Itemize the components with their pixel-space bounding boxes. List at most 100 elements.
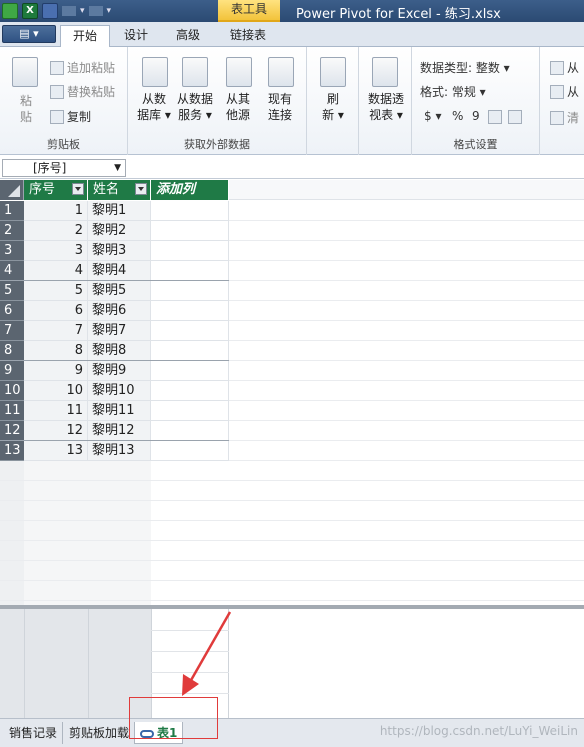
row-header[interactable]: 5	[0, 281, 24, 301]
tab-home[interactable]: 开始	[60, 25, 111, 48]
cell-add-column[interactable]	[151, 381, 229, 401]
currency-button[interactable]: $ ▾	[424, 109, 441, 123]
pivot-table-button[interactable]: 数据透 视表 ▾	[364, 91, 408, 123]
tab-advanced[interactable]: 高级	[164, 25, 212, 47]
name-box[interactable]: [序号] ▼	[2, 159, 126, 177]
paste-button[interactable]: 粘 贴	[14, 93, 38, 125]
clear-filter-button[interactable]: 清	[550, 109, 579, 126]
cell-add-column[interactable]	[151, 421, 229, 441]
cell-name[interactable]: 黎明7	[88, 321, 151, 341]
redo-icon[interactable]	[88, 6, 103, 16]
row-header[interactable]: 12	[0, 421, 24, 441]
row-header[interactable]: 2	[0, 221, 24, 241]
decrease-decimal-icon[interactable]	[508, 110, 522, 124]
chevron-down-icon[interactable]: ▼	[114, 160, 121, 176]
column-header-name[interactable]: 姓名	[88, 180, 151, 200]
select-all-corner[interactable]	[0, 180, 24, 200]
row-header[interactable]: 1	[0, 201, 24, 221]
cell-name[interactable]: 黎明9	[88, 361, 151, 381]
row-header[interactable]: 9	[0, 361, 24, 381]
undo-icon[interactable]	[62, 6, 76, 16]
increase-decimal-icon[interactable]	[488, 110, 502, 124]
cell-name[interactable]: 黎明3	[88, 241, 151, 261]
refresh-button[interactable]: 刷 新 ▾	[317, 91, 349, 123]
filter-dropdown-icon[interactable]	[135, 183, 147, 195]
data-type-dropdown[interactable]: 数据类型: 整数 ▾	[420, 59, 510, 76]
cell-id[interactable]: 10	[24, 381, 88, 401]
cell-id[interactable]: 2	[24, 221, 88, 241]
cell-name[interactable]: 黎明12	[88, 421, 151, 441]
cell-id[interactable]: 3	[24, 241, 88, 261]
cell-name[interactable]: 黎明4	[88, 261, 151, 281]
qat-customize-icon[interactable]: ▾	[107, 6, 112, 16]
row-header[interactable]: 8	[0, 341, 24, 361]
cell-name[interactable]: 黎明5	[88, 281, 151, 301]
cell-id[interactable]: 7	[24, 321, 88, 341]
row-header[interactable]: 7	[0, 321, 24, 341]
excel-icon[interactable]: X	[22, 3, 38, 19]
empty-row-area	[229, 381, 584, 401]
row-header[interactable]: 6	[0, 301, 24, 321]
save-icon[interactable]	[42, 3, 58, 19]
replace-paste-button[interactable]: 替换粘贴	[50, 83, 115, 100]
undo-dropdown-icon[interactable]: ▾	[80, 6, 85, 16]
cell-add-column[interactable]	[151, 361, 229, 381]
from-data-service-button[interactable]: 从数据 服务 ▾	[174, 91, 216, 123]
filter-dropdown-icon[interactable]	[72, 183, 84, 195]
append-paste-button[interactable]: 追加粘贴	[50, 59, 115, 76]
calc-area-id-column[interactable]	[24, 609, 88, 718]
row-header[interactable]: 11	[0, 401, 24, 421]
cell-id[interactable]: 13	[24, 441, 88, 461]
cell-add-column[interactable]	[151, 241, 229, 261]
cell-id[interactable]: 4	[24, 261, 88, 281]
cell-add-column[interactable]	[151, 441, 229, 461]
cell-name[interactable]: 黎明13	[88, 441, 151, 461]
percent-button[interactable]: %	[452, 109, 463, 123]
row-header[interactable]: 13	[0, 441, 24, 461]
cell-add-column[interactable]	[151, 281, 229, 301]
row-header[interactable]: 10	[0, 381, 24, 401]
from-database-button[interactable]: 从数 据库 ▾	[136, 91, 172, 123]
format-dropdown[interactable]: 格式: 常规 ▾	[420, 83, 486, 100]
cell-id[interactable]: 5	[24, 281, 88, 301]
tab-design[interactable]: 设计	[112, 25, 160, 47]
sort-descending-button[interactable]: 从	[550, 83, 579, 100]
from-other-sources-button[interactable]: 从其 他源	[222, 91, 254, 123]
sheet-tab-clipboard-load[interactable]: 剪贴板加载	[64, 722, 136, 744]
cell-add-column[interactable]	[151, 261, 229, 281]
cell-id[interactable]: 8	[24, 341, 88, 361]
file-menu-button[interactable]: ▤ ▾	[2, 25, 56, 43]
column-header-add-column[interactable]: 添加列	[151, 180, 229, 200]
sheet-tab-sales-records[interactable]: 销售记录	[4, 722, 64, 744]
row-header[interactable]: 4	[0, 261, 24, 281]
empty-grid-area	[0, 461, 584, 605]
tab-linked-table[interactable]: 链接表	[218, 25, 278, 47]
row-header[interactable]: 3	[0, 241, 24, 261]
paste-icon[interactable]	[12, 57, 38, 87]
cell-name[interactable]: 黎明10	[88, 381, 151, 401]
cell-name[interactable]: 黎明11	[88, 401, 151, 421]
calculation-area[interactable]	[0, 609, 584, 718]
cell-id[interactable]: 11	[24, 401, 88, 421]
cell-name[interactable]: 黎明8	[88, 341, 151, 361]
cell-add-column[interactable]	[151, 321, 229, 341]
cell-add-column[interactable]	[151, 201, 229, 221]
cell-name[interactable]: 黎明6	[88, 301, 151, 321]
cell-id[interactable]: 9	[24, 361, 88, 381]
cell-id[interactable]: 1	[24, 201, 88, 221]
cell-name[interactable]: 黎明1	[88, 201, 151, 221]
data-grid[interactable]: 序号 姓名 添加列 1 1 黎明1 2 2 黎明2 3 3 黎明3 4 4 黎明4 5 5 黎明5 6 6 黎明6…	[0, 180, 584, 605]
existing-connections-button[interactable]: 现有 连接	[262, 91, 298, 123]
copy-button[interactable]: 复制	[50, 108, 91, 125]
format-group: 数据类型: 整数 ▾ 格式: 常规 ▾ $ ▾ % 9 格式设置	[412, 47, 540, 155]
column-header-id[interactable]: 序号	[24, 180, 88, 200]
cell-add-column[interactable]	[151, 221, 229, 241]
cell-add-column[interactable]	[151, 341, 229, 361]
sort-ascending-button[interactable]: 从	[550, 59, 579, 76]
cell-add-column[interactable]	[151, 401, 229, 421]
cell-id[interactable]: 12	[24, 421, 88, 441]
comma-style-button[interactable]: 9	[472, 109, 480, 123]
cell-add-column[interactable]	[151, 301, 229, 321]
cell-id[interactable]: 6	[24, 301, 88, 321]
cell-name[interactable]: 黎明2	[88, 221, 151, 241]
